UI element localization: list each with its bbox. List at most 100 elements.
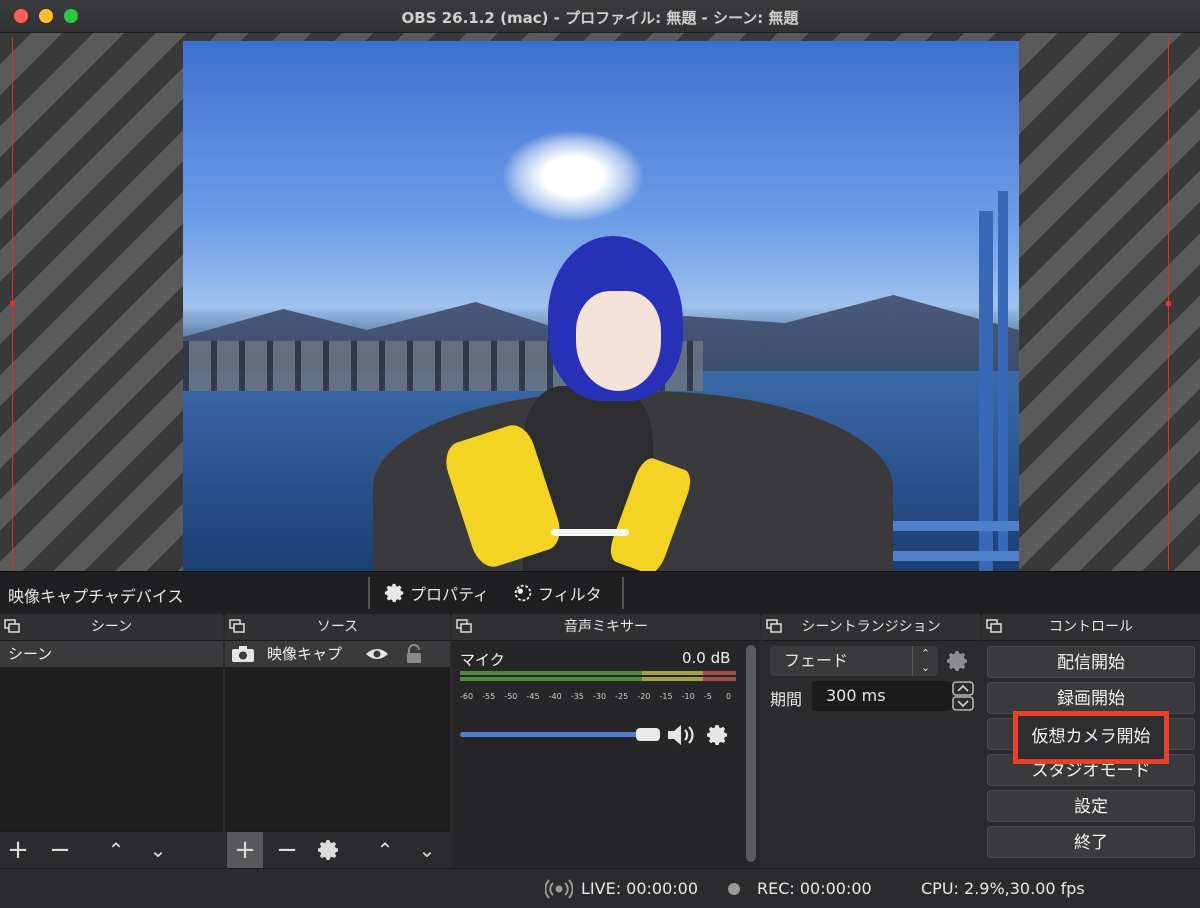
transition-select-value: フェード <box>784 651 849 670</box>
record-dot-icon <box>728 883 740 895</box>
mixer-dock-title: 音声ミキサー <box>564 619 648 635</box>
add-scene-button[interactable]: + <box>4 836 32 864</box>
selected-source-name: 映像キャプチャデバイス <box>8 587 184 606</box>
mixer-dock-header: 音声ミキサー <box>452 614 760 641</box>
meter-tick-label: -50 <box>504 692 518 701</box>
settings-button[interactable]: 設定 <box>987 790 1195 822</box>
duration-input[interactable]: 300 ms <box>812 681 952 711</box>
move-scene-up-button[interactable]: ⌃ <box>102 836 130 864</box>
meter-tick-label: 0 <box>726 692 732 701</box>
volume-slider-handle[interactable] <box>636 728 661 741</box>
source-properties-button[interactable] <box>315 838 343 866</box>
controls-dock-title: コントロール <box>1049 619 1133 635</box>
broadcast-icon <box>545 879 573 899</box>
camera-icon <box>232 646 254 662</box>
window-title: OBS 26.1.2 (mac) - プロファイル: 無題 - シーン: 無題 <box>401 9 799 27</box>
properties-label: プロパティ <box>410 585 490 604</box>
meter-tick-label: -35 <box>570 692 584 701</box>
updown-arrows-icon: ⌃ ⌄ <box>912 646 938 676</box>
sources-dock-title: ソース <box>316 619 359 635</box>
float-dock-icon[interactable] <box>456 619 472 633</box>
filters-button[interactable]: フィルタ <box>512 581 602 605</box>
status-bar: LIVE: 00:00:00 REC: 00:00:00 CPU: 2.9%,3… <box>0 868 1200 908</box>
mixer-scrollbar[interactable] <box>746 645 756 862</box>
mixer-body: マイク 0.0 dB -60 -55 -50 -45 -40 -35 -30 -25 -20 -1… <box>452 641 760 868</box>
add-source-button[interactable]: + <box>227 832 263 868</box>
divider <box>368 577 370 609</box>
meter-tick-label: -45 <box>526 692 540 701</box>
move-source-up-button[interactable]: ⌃ <box>371 836 399 864</box>
scenes-dock-title: シーン <box>90 619 133 635</box>
gear-icon[interactable] <box>946 649 970 673</box>
mixer-channel-level: 0.0 dB <box>682 649 731 667</box>
scenes-dock-header: シーン <box>0 614 223 641</box>
move-source-down-button[interactable]: ⌄ <box>413 836 441 864</box>
speaker-icon[interactable] <box>666 723 698 747</box>
meter-tick-label: -20 <box>637 692 651 701</box>
controls-dock-header: コントロール <box>982 614 1200 641</box>
transitions-dock-title: シーントランジション <box>801 619 941 635</box>
transitions-body: フェード ⌃ ⌄ 期間 300 ms <box>762 641 980 868</box>
float-dock-icon[interactable] <box>4 619 20 633</box>
video-capture-preview[interactable] <box>183 41 1019 571</box>
start-recording-button[interactable]: 録画開始 <box>987 682 1195 714</box>
gear-icon[interactable] <box>706 723 730 747</box>
meter-tick-label: -40 <box>548 692 562 701</box>
meter-tick-label: -55 <box>482 692 496 701</box>
remove-source-button[interactable]: − <box>273 836 301 864</box>
meter-tick-label: -60 <box>460 692 474 701</box>
duration-spinner[interactable] <box>952 681 974 711</box>
audio-level-meter <box>460 677 736 681</box>
meter-scale: -60 -55 -50 -45 -40 -35 -30 -25 -20 -15 -10 -5 0 <box>460 692 736 706</box>
source-toolbar: 映像キャプチャデバイス プロパティ フィルタ <box>0 571 1200 615</box>
meter-tick-label: -15 <box>659 692 673 701</box>
filters-label: フィルタ <box>538 585 602 604</box>
railing-post <box>998 191 1008 551</box>
transition-select[interactable]: フェード ⌃ ⌄ <box>770 646 938 676</box>
divider <box>622 577 624 609</box>
float-dock-icon[interactable] <box>766 619 782 633</box>
lock-icon[interactable] <box>405 644 423 664</box>
live-timer: LIVE: 00:00:00 <box>581 879 699 898</box>
meter-tick-label: -30 <box>593 692 607 701</box>
cpu-fps-readout: CPU: 2.9%,30.00 fps <box>921 879 1085 898</box>
meter-tick-label: -10 <box>681 692 695 701</box>
scene-transitions-dock: シーントランジション フェード ⌃ ⌄ 期間 300 ms <box>762 614 980 868</box>
remove-scene-button[interactable]: − <box>46 836 74 864</box>
move-scene-down-button[interactable]: ⌄ <box>144 836 172 864</box>
exit-button[interactable]: 終了 <box>987 826 1195 858</box>
scenes-toolbar: + − ⌃ ⌄ <box>0 831 223 868</box>
meter-tick-label: -5 <box>703 692 712 701</box>
meter-tick-label: -25 <box>615 692 629 701</box>
duration-label: 期間 <box>770 690 803 709</box>
preview-area[interactable] <box>0 33 1200 571</box>
eye-icon[interactable] <box>365 646 389 662</box>
source-item-label: 映像キャプ <box>267 645 343 663</box>
start-virtual-camera-button[interactable]: 仮想カメラ開始 <box>1013 711 1169 764</box>
rec-timer: REC: 00:00:00 <box>757 879 872 898</box>
title-bar: OBS 26.1.2 (mac) - プロファイル: 無題 - シーン: 無題 <box>0 0 1200 33</box>
sources-dock: ソース 映像キャプ + − ⌃ ⌄ <box>225 614 450 868</box>
audio-level-meter <box>460 671 736 675</box>
audio-mixer-dock: 音声ミキサー マイク 0.0 dB -60 -55 -50 -45 -40 -35 -30-… <box>452 614 760 868</box>
bounding-handle-right[interactable] <box>1166 301 1171 306</box>
start-streaming-button[interactable]: 配信開始 <box>987 646 1195 678</box>
transitions-dock-header: シーントランジション <box>762 614 980 641</box>
bounding-handle-left[interactable] <box>10 301 15 306</box>
sun <box>503 131 643 221</box>
gear-icon <box>384 583 404 603</box>
volume-slider[interactable] <box>460 732 641 737</box>
source-item[interactable]: 映像キャプ <box>225 641 450 667</box>
sources-toolbar: + − ⌃ ⌄ <box>225 831 450 868</box>
gear-icon <box>318 840 338 860</box>
sources-dock-header: ソース <box>225 614 450 641</box>
filter-icon <box>514 584 532 602</box>
properties-button[interactable]: プロパティ <box>384 581 489 605</box>
float-dock-icon[interactable] <box>229 619 245 633</box>
overlay-bar <box>551 529 629 536</box>
mixer-channel-name: マイク <box>460 651 505 669</box>
avatar-face <box>576 291 661 391</box>
railing-post <box>979 211 993 571</box>
float-dock-icon[interactable] <box>986 619 1002 633</box>
scene-item[interactable]: シーン <box>0 641 223 667</box>
